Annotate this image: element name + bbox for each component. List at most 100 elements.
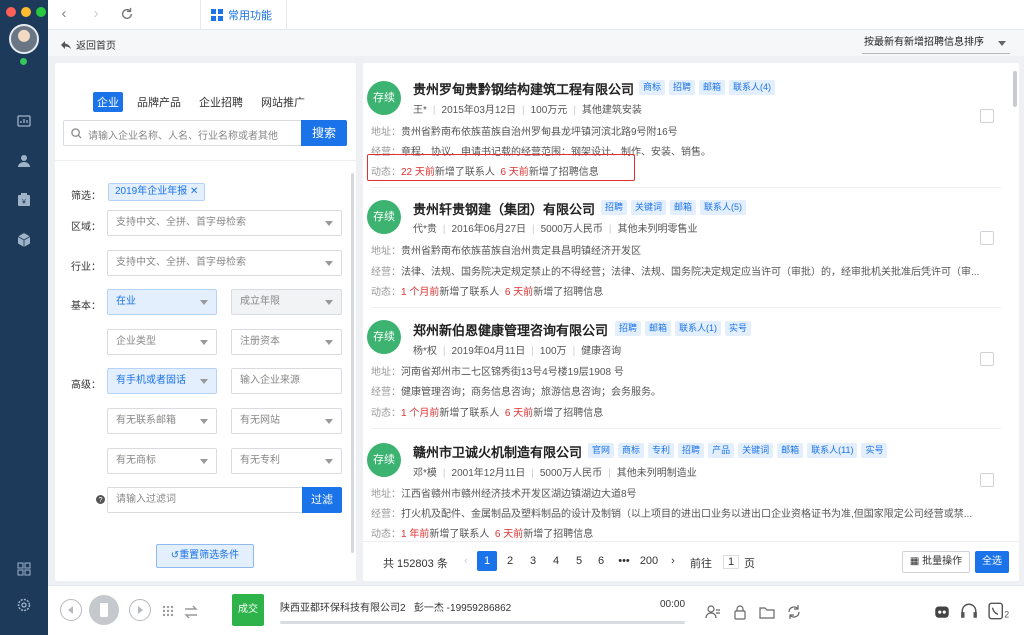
tag[interactable]: 联系人(11) <box>807 443 858 458</box>
company-name[interactable]: 贵州轩贵钢建（集团）有限公司 <box>413 199 595 218</box>
close-icon[interactable]: ✕ <box>190 186 198 197</box>
trademark-select[interactable]: 有无商标 <box>107 448 217 474</box>
tag[interactable]: 专利 <box>648 443 675 458</box>
tag[interactable]: 关键词 <box>738 443 774 458</box>
cube-icon[interactable] <box>16 232 32 248</box>
help-icon[interactable]: ? <box>96 495 105 504</box>
chart-icon[interactable] <box>16 113 32 129</box>
contacts-icon[interactable] <box>16 153 32 169</box>
wallet-icon[interactable]: ¥ <box>16 192 32 208</box>
next-page-icon[interactable]: › <box>663 551 683 571</box>
status-badge: 存续 <box>367 200 401 234</box>
page-4[interactable]: 4 <box>546 551 566 571</box>
tab-website-promotion[interactable]: 网站推广 <box>257 92 309 112</box>
tag[interactable]: 邮箱 <box>645 321 672 336</box>
capital: 100万元 <box>530 105 568 116</box>
row-checkbox[interactable] <box>980 109 994 123</box>
tag[interactable]: 关键词 <box>631 200 667 215</box>
filter-chip[interactable]: 2019年企业年报 ✕ <box>108 183 206 201</box>
transfer-user-icon[interactable] <box>705 604 721 620</box>
prev-page-icon[interactable]: ‹ <box>456 551 476 571</box>
company-type-select[interactable]: 企业类型 <box>107 329 217 355</box>
page-2[interactable]: 2 <box>500 551 520 571</box>
tag-list: 商标 招聘 邮箱 联系人(4) <box>639 80 776 95</box>
deal-button[interactable]: 成交 <box>232 594 264 626</box>
folder-icon[interactable] <box>759 604 775 620</box>
reset-filters-button[interactable]: ↺重置筛选条件 <box>156 544 254 568</box>
industry-select[interactable]: 支持中文、全拼、首字母检索 <box>107 250 342 276</box>
phone-line-2-icon[interactable]: 2 <box>988 602 1010 620</box>
tag[interactable]: 邮箱 <box>670 200 697 215</box>
contact-select[interactable]: 有手机或者固话 <box>107 368 217 394</box>
robot-icon[interactable] <box>933 602 951 620</box>
tag[interactable]: 产品 <box>708 443 735 458</box>
dialpad-icon[interactable] <box>160 604 176 620</box>
back-home-link[interactable]: 返回首页 <box>60 37 116 52</box>
settings-gear-icon[interactable] <box>16 597 32 613</box>
chevron-down-icon <box>325 459 333 464</box>
patent-select[interactable]: 有无专利 <box>231 448 342 474</box>
tag[interactable]: 邮箱 <box>777 443 804 458</box>
page-200[interactable]: 200 <box>637 551 661 571</box>
tab-brand-product[interactable]: 品牌产品 <box>133 92 185 112</box>
page-5[interactable]: 5 <box>569 551 589 571</box>
company-name[interactable]: 郑州新伯恩健康管理咨询有限公司 <box>413 320 608 339</box>
tag[interactable]: 实号 <box>861 443 888 458</box>
tag[interactable]: 招聘 <box>669 80 696 95</box>
tab-company-recruit[interactable]: 企业招聘 <box>195 92 247 112</box>
scrollbar[interactable] <box>1013 71 1017 107</box>
tag[interactable]: 官网 <box>588 443 615 458</box>
search-button[interactable]: 搜索 <box>301 120 347 146</box>
headset-icon[interactable] <box>960 602 978 620</box>
maximize-window-button[interactable] <box>36 7 46 17</box>
tab-common-functions[interactable]: 常用功能 <box>200 0 287 30</box>
batch-operation-button[interactable]: ▦ 批量操作 <box>902 551 970 573</box>
row-checkbox[interactable] <box>980 352 994 366</box>
lock-icon[interactable] <box>732 604 748 620</box>
scrollbar[interactable] <box>351 173 354 553</box>
tab-company[interactable]: 企业 <box>93 92 123 112</box>
next-call-button[interactable] <box>129 599 151 621</box>
sync-icon[interactable] <box>786 604 802 620</box>
search-input[interactable]: 请输入企业名称、人名、行业名称或者其他 <box>88 127 278 142</box>
page-3[interactable]: 3 <box>523 551 543 571</box>
filter-button[interactable]: 过滤 <box>302 487 342 513</box>
tag[interactable]: 商标 <box>639 80 666 95</box>
tag[interactable]: 联系人(1) <box>675 321 722 336</box>
back-arrow-icon[interactable]: ‹ <box>56 6 72 22</box>
tag[interactable]: 招聘 <box>678 443 705 458</box>
tag[interactable]: 商标 <box>618 443 645 458</box>
status-select[interactable]: 在业 <box>107 289 217 315</box>
row-checkbox[interactable] <box>980 231 994 245</box>
select-all-button[interactable]: 全选 <box>975 551 1009 573</box>
phone-device-button[interactable] <box>89 595 119 625</box>
row-checkbox[interactable] <box>980 473 994 487</box>
region-select[interactable]: 支持中文、全拼、首字母检索 <box>107 210 342 236</box>
prev-call-button[interactable] <box>60 599 82 621</box>
email-select[interactable]: 有无联系邮箱 <box>107 408 217 434</box>
registered-capital-select[interactable]: 注册资本 <box>231 329 342 355</box>
page-ellipsis[interactable]: ••• <box>614 551 634 571</box>
tag[interactable]: 招聘 <box>615 321 642 336</box>
page-1[interactable]: 1 <box>477 551 497 571</box>
tag[interactable]: 邮箱 <box>699 80 726 95</box>
close-window-button[interactable] <box>6 7 16 17</box>
forward-arrow-icon[interactable]: › <box>88 6 104 22</box>
refresh-icon[interactable] <box>120 7 134 21</box>
page-6[interactable]: 6 <box>591 551 611 571</box>
goto-page-input[interactable]: 1 <box>723 555 740 569</box>
founded-years-select[interactable]: 成立年限 <box>231 289 342 315</box>
company-name[interactable]: 贵州罗甸贵黔钢结构建筑工程有限公司 <box>413 79 634 98</box>
source-input[interactable]: 输入企业来源 <box>231 368 342 394</box>
minimize-window-button[interactable] <box>21 7 31 17</box>
company-name[interactable]: 赣州市卫诚火机制造有限公司 <box>413 442 582 461</box>
website-select[interactable]: 有无网站 <box>231 408 342 434</box>
avatar[interactable] <box>9 24 39 54</box>
transfer-icon[interactable] <box>183 604 199 620</box>
tag[interactable]: 联系人(4) <box>729 80 776 95</box>
sort-dropdown[interactable]: 按最新有新增招聘信息排序 <box>862 34 1010 54</box>
tag[interactable]: 实号 <box>725 321 752 336</box>
tag[interactable]: 联系人(5) <box>700 200 747 215</box>
tag[interactable]: 招聘 <box>601 200 628 215</box>
apps-grid-icon[interactable] <box>16 561 32 577</box>
